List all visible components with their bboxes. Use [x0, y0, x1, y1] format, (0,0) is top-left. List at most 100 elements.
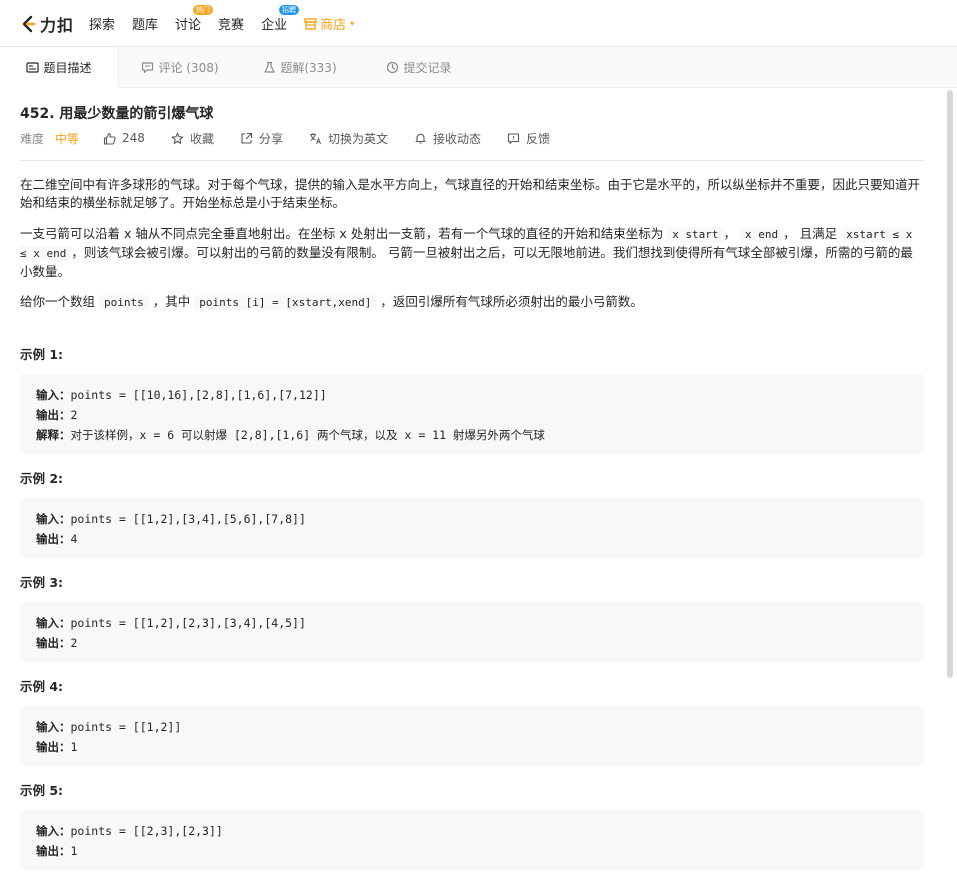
nav-item-label: 竞赛 [218, 18, 245, 33]
tab-label: 评论 (308) [158, 61, 219, 75]
tab-solutions[interactable]: 题解(333) [241, 47, 359, 88]
tab-description[interactable]: 题目描述 [0, 47, 119, 88]
problem-title: 452. 用最少数量的箭引爆气球 [20, 106, 214, 122]
feedback-button[interactable]: 反馈 [507, 130, 550, 147]
feedback-label: 反馈 [526, 131, 551, 146]
nav-item-explore[interactable]: 探索 [89, 14, 115, 33]
like-count: 248 [122, 131, 145, 145]
switch-language-button[interactable]: 切换为英文 [309, 130, 388, 147]
input-label: 输入： [36, 388, 71, 402]
explain-label: 解释： [36, 428, 71, 442]
bell-icon [415, 133, 426, 144]
nav-menu: 探索 题库 讨论 热门 竞赛 企业 招聘 商店 ▾ [89, 0, 371, 47]
output-label: 输出： [36, 408, 71, 422]
example-input-line: 输入：points = [[1,2]] [36, 717, 908, 737]
nav-item-discuss[interactable]: 讨论 热门 [175, 5, 214, 33]
paragraph-text: ， 且满足 [783, 226, 838, 241]
nav-item-label: 探索 [89, 18, 116, 33]
input-value: points = [[1,2]] [70, 720, 182, 734]
paragraph-text: ，其中 [152, 294, 191, 309]
description-paragraph: 在二维空间中有许多球形的气球。对于每个气球，提供的输入是水平方向上，气球直径的开… [20, 176, 924, 212]
difficulty-badge: 中等 [55, 131, 80, 146]
like-button[interactable]: 248 [103, 131, 145, 145]
output-label: 输出： [36, 740, 71, 754]
history-icon [387, 61, 399, 74]
chevron-down-icon: ▾ [350, 19, 355, 28]
example-output-line: 输出：2 [36, 633, 908, 653]
nav-item-enterprise[interactable]: 企业 招聘 [261, 5, 300, 33]
output-value: 1 [70, 844, 78, 858]
nav-item-label: 商店 [320, 18, 347, 33]
output-value: 1 [70, 740, 78, 754]
logo-text: 力扣 [40, 16, 75, 35]
nav-item-store[interactable]: 商店 ▾ [304, 14, 354, 33]
tab-label: 题目描述 [43, 61, 92, 75]
hot-badge: 热门 [193, 5, 214, 15]
explain-value: 对于该样例，x = 6 可以射爆 [2,8],[1,6] 两个气球，以及 x =… [70, 428, 545, 442]
nav-item-label: 讨论 [175, 18, 202, 33]
example-input-line: 输入：points = [[10,16],[2,8],[1,6],[7,12]] [36, 385, 908, 405]
hiring-badge: 招聘 [279, 5, 300, 15]
vertical-scrollbar[interactable] [947, 90, 953, 678]
flask-icon [264, 61, 275, 73]
paragraph-text: 一支弓箭可以沿着 x 轴从不同点完全垂直地射出。在坐标 x 处射出一支箭，若有一… [20, 226, 664, 241]
example-block: 输入：points = [[10,16],[2,8],[1,6],[7,12]]… [20, 374, 924, 454]
translate-icon [309, 132, 321, 144]
output-value: 2 [70, 636, 78, 650]
nav-item-label: 企业 [261, 18, 288, 33]
paragraph-text: 在二维空间中有许多球形的气球。对于每个气球，提供的输入是水平方向上，气球直径的开… [20, 177, 921, 210]
inline-code: x end [740, 227, 784, 242]
input-value: points = [[10,16],[2,8],[1,6],[7,12]] [70, 388, 327, 402]
tab-label: 题解(333) [280, 61, 337, 75]
logo[interactable]: 力扣 [19, 14, 75, 35]
share-icon [241, 132, 253, 144]
nav-item-label: 题库 [132, 18, 159, 33]
store-icon [304, 17, 317, 30]
example-title: 示例 4: [20, 679, 64, 694]
description-paragraph: 一支弓箭可以沿着 x 轴从不同点完全垂直地射出。在坐标 x 处射出一支箭，若有一… [20, 225, 924, 281]
example-output-line: 输出：1 [36, 737, 908, 757]
nav-item-problems[interactable]: 题库 [132, 14, 158, 33]
notify-button[interactable]: 接收动态 [414, 130, 481, 147]
paragraph-text: ，则该气球会被引爆。可以射出的弓箭的数量没有限制。 弓箭一旦被射出之后，可以无限… [20, 245, 913, 279]
input-value: points = [[1,2],[2,3],[3,4],[4,5]] [70, 616, 306, 630]
inline-code: points [i] = [xstart,xend] [194, 295, 377, 310]
share-button[interactable]: 分享 [240, 130, 283, 147]
collect-button[interactable]: 收藏 [171, 130, 214, 147]
share-label: 分享 [258, 131, 283, 146]
example-input-line: 输入：points = [[2,3],[2,3]] [36, 821, 908, 841]
switch-language-label: 切换为英文 [327, 131, 388, 146]
inline-code: points [99, 295, 149, 310]
output-label: 输出： [36, 532, 71, 546]
divider [20, 160, 924, 161]
tab-submissions[interactable]: 提交记录 [359, 47, 479, 88]
problem-meta-bar: 难度 中等 248 收藏 分享 切换为英文 接收动态 反馈 [20, 130, 576, 146]
tab-comments[interactable]: 评论 (308) [119, 47, 241, 88]
tab-label: 提交记录 [403, 61, 452, 75]
example-title: 示例 5: [20, 783, 64, 798]
output-value: 2 [70, 408, 78, 422]
description-icon [26, 62, 40, 73]
problem-tabs: 题目描述 评论 (308) 题解(333) 提交记录 [0, 47, 957, 88]
example-block: 输入：points = [[1,2],[2,3],[3,4],[4,5]] 输出… [20, 602, 924, 662]
star-icon [171, 132, 184, 144]
example-output-line: 输出：1 [36, 841, 908, 861]
example-output-line: 输出：2 [36, 405, 908, 425]
paragraph-text: ，返回引爆所有气球所必须射出的最小弓箭数。 [380, 294, 643, 309]
thumbs-up-icon [103, 132, 116, 145]
output-label: 输出： [36, 636, 71, 650]
input-label: 输入： [36, 512, 71, 526]
difficulty-label: 难度 [20, 131, 45, 146]
paragraph-text: ， [723, 226, 737, 241]
inline-code: x start [667, 227, 724, 242]
notify-label: 接收动态 [432, 131, 481, 146]
example-title: 示例 2: [20, 471, 64, 486]
paragraph-text: 给你一个数组 [20, 294, 96, 309]
example-input-line: 输入：points = [[1,2],[3,4],[5,6],[7,8]] [36, 509, 908, 529]
feedback-icon [507, 132, 520, 144]
example-block: 输入：points = [[1,2]] 输出：1 [20, 706, 924, 766]
input-label: 输入： [36, 720, 71, 734]
leetcode-logo-icon [22, 15, 36, 33]
nav-item-contest[interactable]: 竞赛 [218, 14, 244, 33]
input-value: points = [[1,2],[3,4],[5,6],[7,8]] [70, 512, 306, 526]
